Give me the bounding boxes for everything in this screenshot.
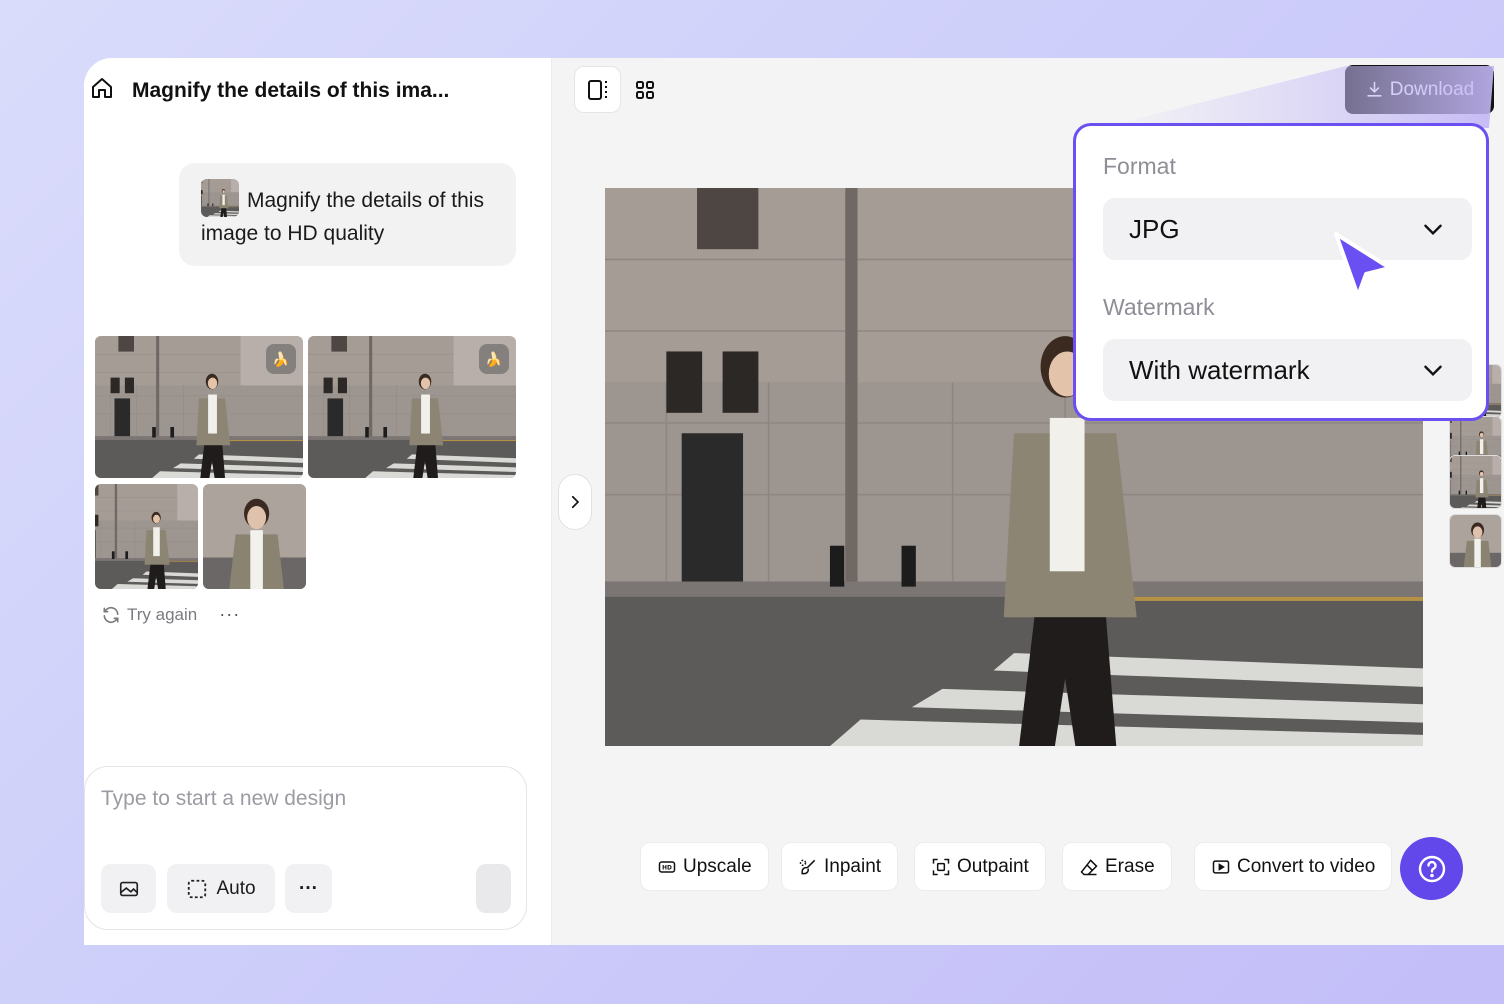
outpaint-button[interactable]: Outpaint: [914, 842, 1046, 891]
chat-title: Magnify the details of this ima...: [132, 78, 450, 102]
auto-label: Auto: [216, 877, 256, 899]
home-icon[interactable]: [90, 76, 114, 105]
more-options-button[interactable]: ···: [219, 604, 240, 625]
upscale-button[interactable]: HD Upscale: [640, 842, 769, 891]
convert-to-video-label: Convert to video: [1237, 855, 1376, 877]
play-icon: [1212, 859, 1230, 874]
auto-ratio-button[interactable]: Auto: [167, 864, 275, 913]
help-button[interactable]: [1400, 837, 1463, 900]
erase-button[interactable]: Erase: [1062, 842, 1172, 891]
result-image-1[interactable]: 🍌: [95, 336, 303, 478]
history-thumbnail-4[interactable]: [1449, 514, 1502, 568]
expand-icon: [932, 858, 950, 875]
composer-more-button[interactable]: ···: [285, 864, 332, 913]
prompt-image-thumbnail[interactable]: [201, 179, 239, 217]
grid-icon: [635, 80, 654, 99]
result-image-3[interactable]: [95, 484, 198, 589]
pointer-cursor-icon: [1334, 232, 1392, 298]
try-again-button[interactable]: Try again: [127, 605, 197, 625]
upload-image-button[interactable]: [101, 864, 156, 913]
banana-icon: 🍌: [266, 344, 296, 374]
chevron-down-icon: [1424, 224, 1442, 236]
inpaint-button[interactable]: Inpaint: [781, 842, 899, 891]
banana-icon: 🍌: [479, 344, 509, 374]
image-icon: [119, 881, 138, 896]
prompt-text: Magnify the details of this image to HD …: [201, 189, 484, 245]
history-thumbnail-3[interactable]: [1449, 455, 1502, 509]
watermark-value: With watermark: [1129, 354, 1310, 385]
eraser-icon: [1080, 858, 1098, 875]
composer: Type to start a new design Auto ···: [84, 766, 527, 930]
question-mark-icon: [1418, 855, 1445, 882]
single-view-button[interactable]: [574, 66, 621, 113]
grid-view-button[interactable]: [621, 66, 668, 113]
outpaint-label: Outpaint: [957, 855, 1029, 877]
format-label: Format: [1103, 153, 1176, 179]
new-design-input[interactable]: Type to start a new design: [101, 787, 346, 811]
prompt-bubble: Magnify the details of this image to HD …: [179, 163, 516, 266]
chat-header: Magnify the details of this ima...: [90, 76, 449, 105]
refresh-icon: [103, 606, 119, 623]
result-image-4[interactable]: [203, 484, 306, 589]
single-view-icon: [587, 79, 607, 100]
chevron-right-icon: [571, 495, 580, 509]
chat-panel: Magnify the details of this ima... Magni…: [84, 58, 552, 945]
send-button[interactable]: [476, 864, 511, 913]
svg-text:HD: HD: [662, 865, 672, 871]
inpaint-label: Inpaint: [824, 855, 882, 877]
retry-row: Try again ···: [101, 604, 240, 625]
erase-label: Erase: [1105, 855, 1155, 877]
chevron-down-icon: [1424, 365, 1442, 377]
view-toggle: [574, 66, 668, 113]
brush-icon: [799, 859, 816, 874]
hd-icon: HD: [658, 860, 676, 873]
expand-panel-button[interactable]: [558, 474, 592, 530]
download-options-menu: Format JPG Watermark With watermark: [1073, 123, 1489, 421]
dashed-square-icon: [188, 879, 207, 898]
format-value: JPG: [1129, 213, 1180, 244]
convert-to-video-button[interactable]: Convert to video: [1194, 842, 1393, 891]
watermark-select[interactable]: With watermark: [1103, 339, 1472, 401]
download-label: Download: [1389, 78, 1475, 100]
download-button[interactable]: Download: [1345, 65, 1494, 114]
watermark-label: Watermark: [1103, 294, 1215, 320]
download-icon: [1367, 81, 1382, 97]
result-image-2[interactable]: 🍌: [308, 336, 516, 478]
upscale-label: Upscale: [683, 855, 752, 877]
format-select[interactable]: JPG: [1103, 198, 1472, 260]
